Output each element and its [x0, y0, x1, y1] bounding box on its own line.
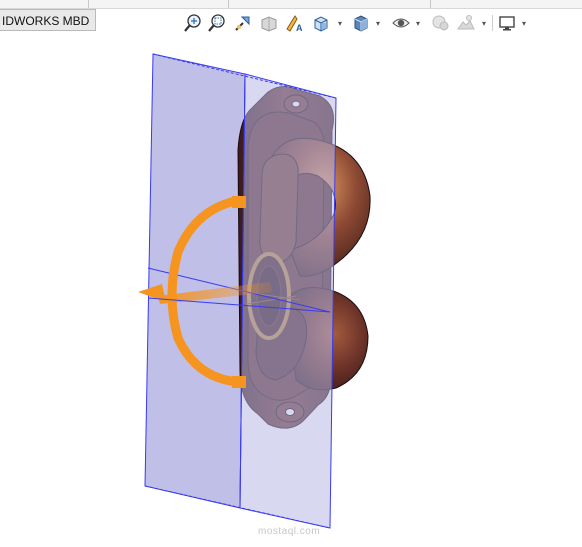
- edit-appearance-icon[interactable]: [430, 12, 452, 34]
- dynamic-annotation-icon[interactable]: A: [284, 12, 306, 34]
- view-orientation-dropdown[interactable]: ▾: [336, 16, 344, 30]
- toolbar-divider: [492, 15, 493, 31]
- divider: [228, 0, 229, 8]
- graphics-area[interactable]: [0, 36, 582, 547]
- view-settings-dropdown[interactable]: ▾: [520, 16, 528, 30]
- divider: [88, 0, 89, 8]
- zoom-to-area-icon[interactable]: [206, 12, 228, 34]
- reference-plane[interactable]: [144, 53, 246, 509]
- divider: [430, 0, 431, 8]
- apply-scene-dropdown[interactable]: ▾: [480, 16, 488, 30]
- heads-up-view-toolbar: A ▾ ▾ ▾ ▾ ▾: [0, 12, 582, 36]
- watermark-text: mostaql.com: [258, 526, 321, 537]
- reference-plane-front: [239, 73, 337, 529]
- apply-scene-icon[interactable]: [455, 12, 477, 34]
- display-style-icon[interactable]: [350, 12, 372, 34]
- zoom-to-fit-icon[interactable]: [182, 12, 204, 34]
- display-style-dropdown[interactable]: ▾: [374, 16, 382, 30]
- window-top-strip: [0, 0, 582, 9]
- svg-text:A: A: [296, 23, 303, 33]
- previous-view-icon[interactable]: [232, 12, 254, 34]
- hide-show-items-icon[interactable]: [390, 12, 412, 34]
- section-view-icon[interactable]: [258, 12, 280, 34]
- hide-show-dropdown[interactable]: ▾: [414, 16, 422, 30]
- view-settings-icon[interactable]: [496, 12, 518, 34]
- view-orientation-icon[interactable]: [310, 12, 332, 34]
